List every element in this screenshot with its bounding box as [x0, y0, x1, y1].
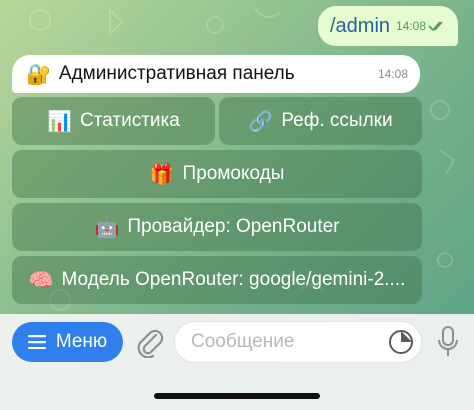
keyboard-button-provider-label: Провайдер: OpenRouter	[127, 216, 340, 237]
link-icon: 🔗	[248, 110, 274, 133]
robot-icon: 🤖	[94, 216, 120, 239]
menu-button-label: Меню	[55, 331, 108, 352]
keyboard-button-stats-label: Статистика	[80, 110, 180, 131]
outgoing-message: /admin 14:08	[318, 6, 458, 46]
incoming-message-time: 14:08	[377, 67, 408, 81]
keyboard-button-model[interactable]: 🧠 Модель OpenRouter: google/gemini-2....	[12, 256, 422, 304]
keyboard-button-stats[interactable]: 📊 Статистика	[12, 97, 215, 145]
outgoing-message-time: 14:08	[395, 19, 426, 33]
keyboard-button-ref-links-label: Реф. ссылки	[281, 110, 393, 131]
double-check-icon	[428, 21, 443, 32]
message-input-placeholder: Сообщение	[191, 331, 295, 352]
keyboard-button-promocodes[interactable]: 🎁 Промокоды	[12, 150, 422, 198]
lock-key-icon: 🔐	[26, 63, 51, 86]
keyboard-button-promocodes-label: Промокоды	[182, 163, 285, 184]
keyboard-button-provider[interactable]: 🤖 Провайдер: OpenRouter	[12, 203, 422, 251]
sticker-icon[interactable]	[388, 329, 414, 355]
outgoing-message-meta: 14:08	[396, 19, 446, 33]
keyboard-button-model-label: Модель OpenRouter: google/gemini-2....	[61, 269, 406, 290]
bar-chart-icon: 📊	[47, 110, 73, 133]
hamburger-icon	[27, 335, 46, 349]
microphone-icon[interactable]	[437, 326, 459, 358]
incoming-message: 🔐 Административная панель 14:08	[12, 55, 420, 93]
keyboard-button-ref-links[interactable]: 🔗 Реф. ссылки	[219, 97, 422, 145]
incoming-message-text: Административная панель	[58, 63, 295, 84]
brain-icon: 🧠	[28, 269, 54, 292]
outgoing-message-text: /admin	[330, 14, 391, 37]
home-indicator	[154, 393, 320, 399]
paperclip-icon[interactable]	[134, 326, 164, 358]
gift-icon: 🎁	[149, 163, 175, 186]
message-input[interactable]: Сообщение	[174, 321, 422, 363]
menu-button[interactable]: Меню	[12, 322, 123, 362]
